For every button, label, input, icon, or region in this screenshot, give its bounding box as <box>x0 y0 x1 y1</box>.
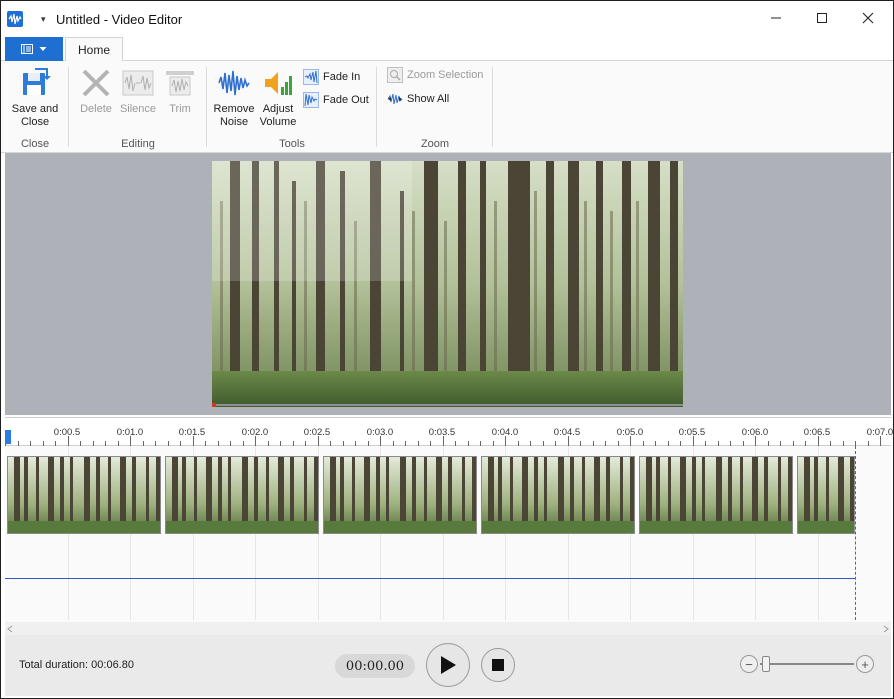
fade-in-label: Fade In <box>323 71 361 83</box>
show-all-button[interactable]: Show All <box>387 89 449 109</box>
total-duration: Total duration: 00:06.80 <box>19 659 134 671</box>
forest-video-image <box>212 161 683 407</box>
ruler-label: 0:05.5 <box>678 427 706 438</box>
speaker-volume-icon <box>262 67 294 99</box>
remove-noise-button[interactable]: Remove Noise <box>209 65 259 129</box>
timeline-end-marker <box>855 446 856 620</box>
current-timecode: 00:00.00 <box>335 654 415 678</box>
zoom-out-button[interactable]: − <box>740 655 758 673</box>
show-all-label: Show All <box>407 93 450 105</box>
maximize-button[interactable] <box>799 1 845 35</box>
chevron-down-icon <box>39 47 47 51</box>
ribbon-group-editing: Delete Silence Trim Editing <box>69 61 207 153</box>
ruler-label: 0:07.0 <box>866 427 894 438</box>
ruler-label: 0:03.5 <box>428 427 456 438</box>
save-and-close-label: Save and Close <box>11 103 59 128</box>
zoom-selection-label: Zoom Selection <box>407 69 484 81</box>
group-label-zoom: Zoom <box>420 138 450 150</box>
video-thumbnail <box>797 456 855 534</box>
ruler-label: 0:03.0 <box>366 427 394 438</box>
video-thumbnail <box>165 456 319 534</box>
ribbon-tab-row: Home <box>1 37 893 62</box>
stop-button[interactable] <box>481 648 515 682</box>
trim-button[interactable]: Trim <box>155 65 205 116</box>
ruler-label: 0:00.5 <box>53 427 81 438</box>
video-thumbnail <box>323 456 477 534</box>
playback-bar: Total duration: 00:06.80 00:00.00 − + <box>5 635 891 696</box>
video-preview-area <box>5 153 891 415</box>
ribbon-group-zoom: Zoom Selection Show All Zoom <box>377 61 493 153</box>
title-bar: ▾ Untitled - Video Editor <box>1 1 893 37</box>
maximize-icon <box>817 13 827 23</box>
video-thumbnail <box>481 456 635 534</box>
minimize-icon <box>771 17 781 19</box>
quick-access-dropdown-icon[interactable]: ▾ <box>41 14 46 25</box>
play-button[interactable] <box>426 643 470 687</box>
video-thumbnail <box>639 456 793 534</box>
video-track[interactable] <box>5 446 855 536</box>
video-thumbnail <box>7 456 161 534</box>
fade-in-button[interactable]: Fade In <box>303 67 360 87</box>
timeline-panel[interactable]: 0:00.5 0:01.0 0:01.5 0:02.0 0:02.5 0:03.… <box>5 417 894 636</box>
ruler-label: 0:04.0 <box>491 427 519 438</box>
fade-out-label: Fade Out <box>323 94 369 106</box>
audio-track[interactable] <box>5 536 855 620</box>
tab-home[interactable]: Home <box>65 37 123 62</box>
ruler-label: 0:02.5 <box>303 427 331 438</box>
horizontal-scrollbar[interactable] <box>5 622 891 636</box>
remove-noise-label: Remove Noise <box>213 103 255 128</box>
save-and-close-button[interactable]: Save and Close <box>10 65 60 129</box>
scroll-right-icon <box>883 625 889 633</box>
ribbon-group-tools: Remove Noise Adjust Volume Fade In Fade … <box>207 61 377 153</box>
close-window-button[interactable] <box>845 1 891 35</box>
save-close-icon <box>19 67 51 99</box>
close-icon <box>862 12 874 24</box>
audio-waveform-line <box>5 578 855 579</box>
app-waveform-icon[interactable] <box>7 11 23 27</box>
ruler-label: 0:06.5 <box>803 427 831 438</box>
ribbon-group-close: Save and Close Close <box>1 61 69 153</box>
adjust-volume-button[interactable]: Adjust Volume <box>253 65 303 129</box>
group-label-close: Close <box>20 138 50 150</box>
trim-label: Trim <box>169 103 191 115</box>
ruler-label: 0:02.0 <box>241 427 269 438</box>
adjust-volume-label: Adjust Volume <box>259 103 297 128</box>
show-all-icon <box>387 91 403 107</box>
trim-waveform-icon <box>164 67 196 99</box>
zoom-slider-track[interactable] <box>760 663 854 665</box>
ruler-label: 0:04.5 <box>553 427 581 438</box>
silence-waveform-icon <box>122 67 154 99</box>
ruler-label: 0:01.0 <box>116 427 144 438</box>
video-editor-window: ▾ Untitled - Video Editor Home Save and … <box>0 0 894 699</box>
zoom-slider-thumb[interactable] <box>762 656 770 672</box>
time-ruler[interactable]: 0:00.5 0:01.0 0:01.5 0:02.0 0:02.5 0:03.… <box>5 418 894 446</box>
play-icon <box>441 656 456 674</box>
remove-noise-waveform-icon <box>218 67 250 99</box>
fade-out-icon <box>303 92 319 108</box>
window-title: Untitled - Video Editor <box>56 12 183 27</box>
stop-icon <box>492 659 504 671</box>
playhead-marker[interactable] <box>5 430 11 444</box>
zoom-selection-button[interactable]: Zoom Selection <box>387 65 483 85</box>
ruler-label: 0:05.0 <box>616 427 644 438</box>
fade-in-icon <box>303 69 319 85</box>
scroll-left-icon <box>7 625 13 633</box>
file-menu-button[interactable] <box>5 37 63 61</box>
zoom-in-button[interactable]: + <box>856 655 874 673</box>
fade-out-button[interactable]: Fade Out <box>303 90 369 110</box>
ribbon: Save and Close Close Delete Silence Trim… <box>1 61 893 153</box>
ruler-label: 0:06.0 <box>741 427 769 438</box>
delete-x-icon <box>80 67 112 99</box>
file-menu-icon <box>21 44 33 54</box>
minimize-button[interactable] <box>753 1 799 35</box>
group-label-editing: Editing <box>121 138 155 150</box>
video-frame[interactable] <box>212 161 683 407</box>
ruler-label: 0:01.5 <box>178 427 206 438</box>
group-label-tools: Tools <box>279 138 305 150</box>
zoom-selection-icon <box>387 67 403 83</box>
